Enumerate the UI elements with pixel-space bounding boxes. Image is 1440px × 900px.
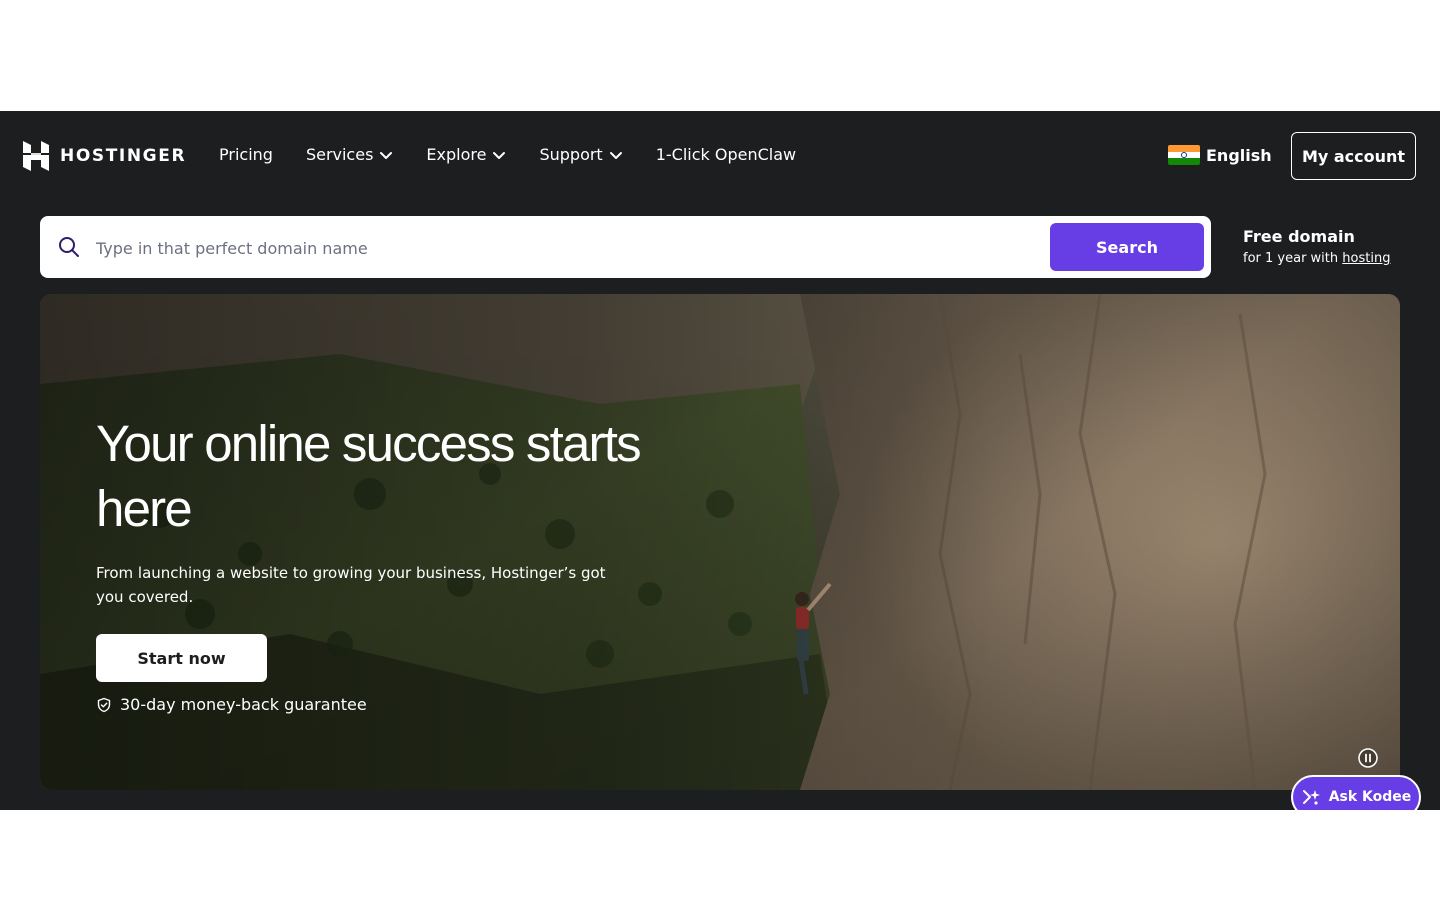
main-nav: Pricing Services Explore Support 1-Click… bbox=[219, 145, 829, 164]
nav-item-explore[interactable]: Explore bbox=[426, 145, 506, 164]
promo-title: Free domain bbox=[1243, 227, 1355, 246]
brand-logo[interactable]: HOSTINGER bbox=[23, 141, 186, 171]
chevron-down-icon bbox=[493, 151, 506, 159]
site-header: HOSTINGER Pricing Services Explore Suppo… bbox=[0, 111, 1440, 201]
nav-label-explore: Explore bbox=[426, 145, 487, 164]
hostinger-logo-icon bbox=[23, 141, 49, 171]
promo-subtitle: for 1 year with hosting bbox=[1243, 249, 1390, 269]
guarantee-text: 30-day money-back guarantee bbox=[120, 695, 367, 714]
pause-icon[interactable] bbox=[1356, 746, 1380, 770]
hosting-link[interactable]: hosting bbox=[1342, 251, 1390, 266]
hero-subtitle: From launching a website to growing your… bbox=[96, 564, 606, 606]
chevron-down-icon bbox=[380, 151, 393, 159]
shield-check-icon bbox=[97, 697, 111, 712]
brand-name: HOSTINGER bbox=[60, 146, 187, 166]
ask-kodee-button[interactable]: Ask Kodee bbox=[1291, 775, 1421, 810]
hero-title: Your online success starts here bbox=[96, 415, 642, 537]
nav-label-services: Services bbox=[305, 145, 374, 164]
free-domain-promo: Free domain for 1 year with hosting bbox=[1243, 227, 1390, 269]
domain-search-bar: Search bbox=[40, 216, 1211, 278]
language-selector[interactable]: English bbox=[1168, 145, 1272, 165]
hero-banner: Your online success starts here From lau… bbox=[40, 294, 1400, 790]
nav-item-openclaw[interactable]: 1-Click OpenClaw bbox=[656, 145, 796, 164]
nav-label-pricing: Pricing bbox=[219, 145, 273, 164]
nav-item-services[interactable]: Services bbox=[306, 145, 393, 164]
nav-label-openclaw: 1-Click OpenClaw bbox=[655, 145, 797, 164]
nav-item-support[interactable]: Support bbox=[539, 145, 622, 164]
chevron-down-icon bbox=[609, 151, 622, 159]
language-label: English bbox=[1206, 145, 1272, 165]
search-icon bbox=[59, 237, 79, 257]
hero-overlay bbox=[40, 294, 1400, 790]
page-viewport: HOSTINGER Pricing Services Explore Suppo… bbox=[0, 111, 1440, 810]
domain-search-input[interactable] bbox=[94, 228, 1038, 268]
kodee-sparkle-icon bbox=[1302, 790, 1320, 805]
money-back-guarantee: 30-day money-back guarantee bbox=[96, 695, 367, 714]
india-flag-icon bbox=[1168, 145, 1200, 165]
nav-item-pricing[interactable]: Pricing bbox=[219, 145, 273, 164]
ask-kodee-label: Ask Kodee bbox=[1328, 789, 1412, 805]
promo-subtitle-text: for 1 year with bbox=[1243, 251, 1339, 266]
start-now-button[interactable]: Start now bbox=[96, 634, 267, 682]
nav-label-support: Support bbox=[539, 145, 603, 164]
search-button[interactable]: Search bbox=[1050, 223, 1204, 271]
my-account-button[interactable]: My account bbox=[1291, 132, 1416, 180]
